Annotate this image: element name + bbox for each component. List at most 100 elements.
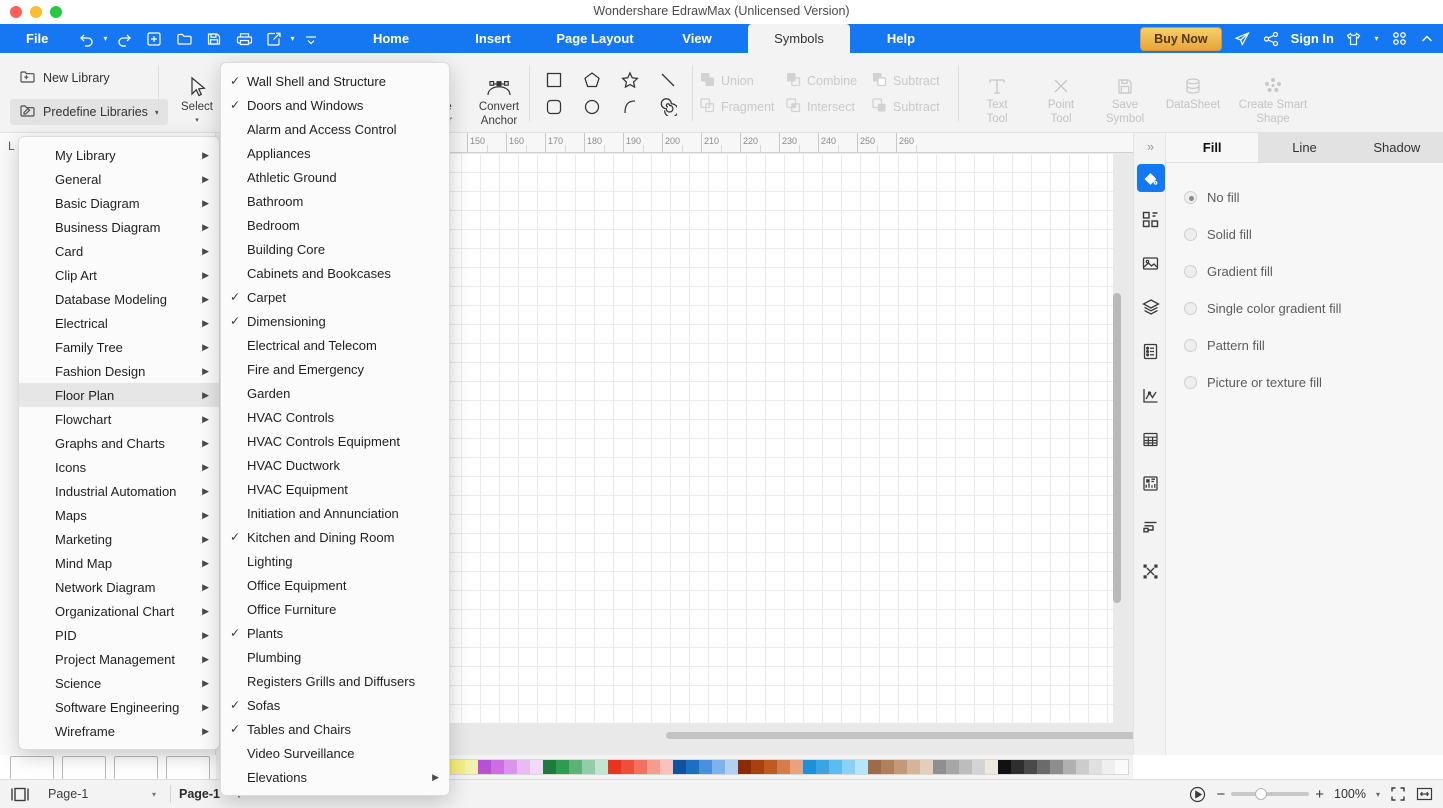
- color-swatch[interactable]: [777, 760, 790, 774]
- color-swatch[interactable]: [452, 760, 465, 774]
- color-swatch[interactable]: [712, 760, 725, 774]
- color-swatch[interactable]: [868, 760, 881, 774]
- color-swatch[interactable]: [829, 760, 842, 774]
- color-swatch[interactable]: [465, 760, 478, 774]
- color-swatch[interactable]: [907, 760, 920, 774]
- tab-help[interactable]: Help: [850, 24, 952, 53]
- open-icon[interactable]: [169, 24, 199, 53]
- rounded-rect-shape-tool[interactable]: [545, 98, 563, 116]
- export-icon[interactable]: [259, 24, 289, 53]
- theme-shirt-icon[interactable]: [1345, 31, 1362, 47]
- color-swatch[interactable]: [946, 760, 959, 774]
- circle-shape-tool[interactable]: [583, 98, 601, 116]
- color-swatch[interactable]: [1011, 760, 1024, 774]
- share-icon[interactable]: [1262, 30, 1280, 48]
- color-swatch[interactable]: [1115, 760, 1128, 774]
- tab-page-layout[interactable]: Page Layout: [544, 24, 646, 53]
- menu-item-card[interactable]: Card ▶: [19, 239, 219, 263]
- submenu-item-sofas[interactable]: ✓ Sofas: [221, 693, 449, 717]
- apps-grid-icon[interactable]: [1391, 30, 1408, 47]
- rail-item-layers[interactable]: [1134, 285, 1167, 329]
- color-swatch[interactable]: [972, 760, 985, 774]
- rail-item-quick-shapes[interactable]: [1134, 197, 1167, 241]
- color-swatch[interactable]: [764, 760, 777, 774]
- expand-panel-button[interactable]: »: [1134, 133, 1167, 159]
- menu-item-icons[interactable]: Icons ▶: [19, 455, 219, 479]
- menu-item-project-management[interactable]: Project Management ▶: [19, 647, 219, 671]
- rail-item-notes[interactable]: [1134, 329, 1167, 373]
- color-swatch[interactable]: [699, 760, 712, 774]
- canvas-horizontal-scrollbar[interactable]: [666, 732, 1133, 739]
- menu-item-floor-plan[interactable]: Floor Plan ▶: [19, 383, 219, 407]
- radio-pattern-fill[interactable]: [1184, 339, 1197, 352]
- menu-item-flowchart[interactable]: Flowchart ▶: [19, 407, 219, 431]
- rail-item-connector[interactable]: [1134, 549, 1167, 593]
- menu-item-fashion-design[interactable]: Fashion Design ▶: [19, 359, 219, 383]
- menu-item-organizational-chart[interactable]: Organizational Chart ▶: [19, 599, 219, 623]
- rail-item-infographic[interactable]: [1134, 461, 1167, 505]
- submenu-item-garden[interactable]: Garden: [221, 381, 449, 405]
- color-swatch[interactable]: [660, 760, 673, 774]
- menu-item-industrial-automation[interactable]: Industrial Automation ▶: [19, 479, 219, 503]
- arc-shape-tool[interactable]: [621, 98, 639, 116]
- color-swatch[interactable]: [1102, 760, 1115, 774]
- color-swatch[interactable]: [1024, 760, 1037, 774]
- fill-option-solid-fill[interactable]: Solid fill: [1184, 216, 1425, 253]
- fill-option-pattern-fill[interactable]: Pattern fill: [1184, 327, 1425, 364]
- tab-insert[interactable]: Insert: [442, 24, 544, 53]
- select-tool-button[interactable]: Select ▾: [166, 69, 228, 127]
- zoom-caret-icon[interactable]: ▾: [1376, 790, 1380, 799]
- color-swatch[interactable]: [881, 760, 894, 774]
- submenu-item-fire-and-emergency[interactable]: Fire and Emergency: [221, 357, 449, 381]
- radio-gradient-fill[interactable]: [1184, 265, 1197, 278]
- color-swatch[interactable]: [647, 760, 660, 774]
- page-select-dropdown[interactable]: Page-1 ▾: [42, 783, 162, 805]
- convert-anchor-button[interactable]: Convert Anchor: [468, 69, 530, 133]
- fill-option-picture-or-texture-fill[interactable]: Picture or texture fill: [1184, 364, 1425, 401]
- tab-fill[interactable]: Fill: [1166, 133, 1259, 162]
- menu-item-wireframe[interactable]: Wireframe ▶: [19, 719, 219, 743]
- predefine-libraries-button[interactable]: Predefine Libraries ▾: [10, 99, 168, 125]
- color-swatch[interactable]: [738, 760, 751, 774]
- zoom-slider[interactable]: − +: [1216, 786, 1324, 803]
- menu-item-my-library[interactable]: My Library ▶: [19, 143, 219, 167]
- color-swatch[interactable]: [894, 760, 907, 774]
- export-caret-icon[interactable]: ▾: [289, 24, 296, 53]
- submenu-item-office-furniture[interactable]: Office Furniture: [221, 597, 449, 621]
- collapse-ribbon-icon[interactable]: [1419, 31, 1435, 47]
- color-swatch[interactable]: [686, 760, 699, 774]
- submenu-item-bathroom[interactable]: Bathroom: [221, 189, 449, 213]
- canvas-vertical-scrollbar[interactable]: [1113, 293, 1121, 603]
- menu-item-family-tree[interactable]: Family Tree ▶: [19, 335, 219, 359]
- zoom-slider-track[interactable]: [1231, 788, 1310, 800]
- rail-item-table[interactable]: [1134, 417, 1167, 461]
- tab-symbols[interactable]: Symbols: [748, 24, 850, 53]
- tab-shadow[interactable]: Shadow: [1350, 133, 1443, 162]
- datasheet-button[interactable]: DataSheet: [1158, 67, 1228, 133]
- submenu-item-plumbing[interactable]: Plumbing: [221, 645, 449, 669]
- submenu-item-bedroom[interactable]: Bedroom: [221, 213, 449, 237]
- fill-option-no-fill[interactable]: No fill: [1184, 179, 1425, 216]
- union-button[interactable]: Union: [700, 72, 786, 90]
- submenu-item-hvac-ductwork[interactable]: HVAC Ductwork: [221, 453, 449, 477]
- submenu-item-wall-shell-and-structure[interactable]: ✓ Wall Shell and Structure: [221, 69, 449, 93]
- menu-item-electrical[interactable]: Electrical ▶: [19, 311, 219, 335]
- menu-item-pid[interactable]: PID ▶: [19, 623, 219, 647]
- color-swatch[interactable]: [842, 760, 855, 774]
- color-swatch[interactable]: [751, 760, 764, 774]
- submenu-item-elevations[interactable]: Elevations ▶: [221, 765, 449, 789]
- submenu-item-doors-and-windows[interactable]: ✓ Doors and Windows: [221, 93, 449, 117]
- fill-option-single-color-gradient-fill[interactable]: Single color gradient fill: [1184, 290, 1425, 327]
- submenu-item-dimensioning[interactable]: ✓ Dimensioning: [221, 309, 449, 333]
- color-swatch[interactable]: [790, 760, 803, 774]
- subtract-button[interactable]: Subtract: [872, 72, 958, 90]
- color-swatch[interactable]: [673, 760, 686, 774]
- radio-no-fill[interactable]: [1184, 191, 1197, 204]
- submenu-item-plants[interactable]: ✓ Plants: [221, 621, 449, 645]
- menu-item-network-diagram[interactable]: Network Diagram ▶: [19, 575, 219, 599]
- point-tool-button[interactable]: Point Tool: [1030, 67, 1092, 133]
- buy-now-button[interactable]: Buy Now: [1140, 26, 1222, 51]
- page-panel-toggle-icon[interactable]: [10, 787, 30, 802]
- color-swatch[interactable]: [478, 760, 491, 774]
- sign-in-button[interactable]: Sign In: [1291, 31, 1334, 46]
